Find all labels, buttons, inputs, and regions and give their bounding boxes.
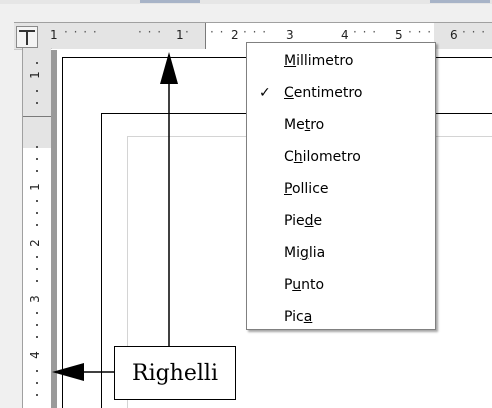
tab-stop-left-icon[interactable] xyxy=(16,26,38,48)
top-strip-tab xyxy=(140,0,200,3)
ruler-dot xyxy=(36,382,38,384)
ruler-dot xyxy=(36,324,38,326)
ruler-dot xyxy=(36,268,38,270)
ruler-dot xyxy=(36,62,38,64)
ruler-dot xyxy=(36,394,38,396)
ruler-dots: · · · · xyxy=(64,25,98,39)
ruler-number: 6 xyxy=(450,28,458,42)
ruler-dot xyxy=(36,170,38,172)
ruler-dot xyxy=(36,280,38,282)
ruler-dots: · · xyxy=(210,25,225,39)
page-shadow xyxy=(51,50,57,408)
menu-item-label: Chilometro xyxy=(284,149,361,165)
unit-context-menu: Millimetro ✓ Centimetro Metro Chilometro… xyxy=(246,42,436,330)
ruler-dots: · · · xyxy=(138,25,163,39)
ruler-number: 5 xyxy=(395,28,403,42)
ruler-dot xyxy=(36,90,38,92)
check-icon: ✓ xyxy=(259,85,271,101)
ruler-dot xyxy=(36,312,38,314)
ruler-dot xyxy=(36,146,38,148)
menu-item-piede[interactable]: Piede xyxy=(247,209,435,233)
menu-item-label: Pica xyxy=(284,309,313,325)
ruler-number: 2 xyxy=(27,239,42,247)
ruler-dots: · · · xyxy=(462,25,487,39)
ruler-number: 4 xyxy=(27,351,42,359)
ruler-number: 3 xyxy=(27,295,42,303)
ruler-dot xyxy=(36,336,38,338)
ruler-dot xyxy=(36,256,38,258)
menu-item-label: Centimetro xyxy=(284,85,363,101)
vertical-ruler[interactable]: 1 1 2 3 4 xyxy=(22,48,52,408)
menu-item-centimetro[interactable]: ✓ Centimetro xyxy=(247,81,435,105)
ruler-dots: · · · xyxy=(353,25,378,39)
menu-item-label: Miglia xyxy=(284,245,326,261)
menu-item-metro[interactable]: Metro xyxy=(247,113,435,137)
menu-item-punto[interactable]: Punto xyxy=(247,273,435,297)
ruler-dot xyxy=(36,158,38,160)
menu-item-pica[interactable]: Pica xyxy=(247,305,435,329)
ruler-dots: · · · xyxy=(408,25,433,39)
ruler-dots: · · · xyxy=(243,25,268,39)
ruler-number: 2 xyxy=(231,28,239,42)
menu-item-millimetro[interactable]: Millimetro xyxy=(247,49,435,73)
menu-item-chilometro[interactable]: Chilometro xyxy=(247,145,435,169)
ruler-number: 1 xyxy=(27,71,42,79)
menu-item-pollice[interactable]: Pollice xyxy=(247,177,435,201)
ruler-margin-marker[interactable] xyxy=(23,116,51,117)
ruler-dot xyxy=(36,212,38,214)
callout-box: Righelli xyxy=(114,346,236,400)
ruler-number: 1 xyxy=(27,183,42,191)
ruler-dot xyxy=(36,370,38,372)
menu-item-label: Pollice xyxy=(284,181,329,197)
ruler-dot xyxy=(36,102,38,104)
ruler-number: 1 xyxy=(176,28,184,42)
menu-item-label: Piede xyxy=(284,213,323,229)
ruler-dot xyxy=(36,200,38,202)
writer-window: 1 · · · · · · · 1 · · · 2 · · · 3 4 · · … xyxy=(0,0,492,408)
ruler-margin-marker[interactable] xyxy=(205,23,206,49)
ruler-dot xyxy=(36,224,38,226)
ruler-number: 3 xyxy=(286,28,294,42)
ruler-number: 4 xyxy=(341,28,349,42)
ruler-dots: · xyxy=(185,25,190,39)
top-strip-tab xyxy=(430,0,490,3)
top-strip xyxy=(0,0,492,4)
menu-item-miglia[interactable]: Miglia xyxy=(247,241,435,265)
menu-item-label: Millimetro xyxy=(284,53,354,69)
ruler-number: 1 xyxy=(50,28,58,42)
menu-item-label: Metro xyxy=(284,117,325,133)
callout-label: Righelli xyxy=(132,360,218,386)
menu-item-label: Punto xyxy=(284,277,325,293)
